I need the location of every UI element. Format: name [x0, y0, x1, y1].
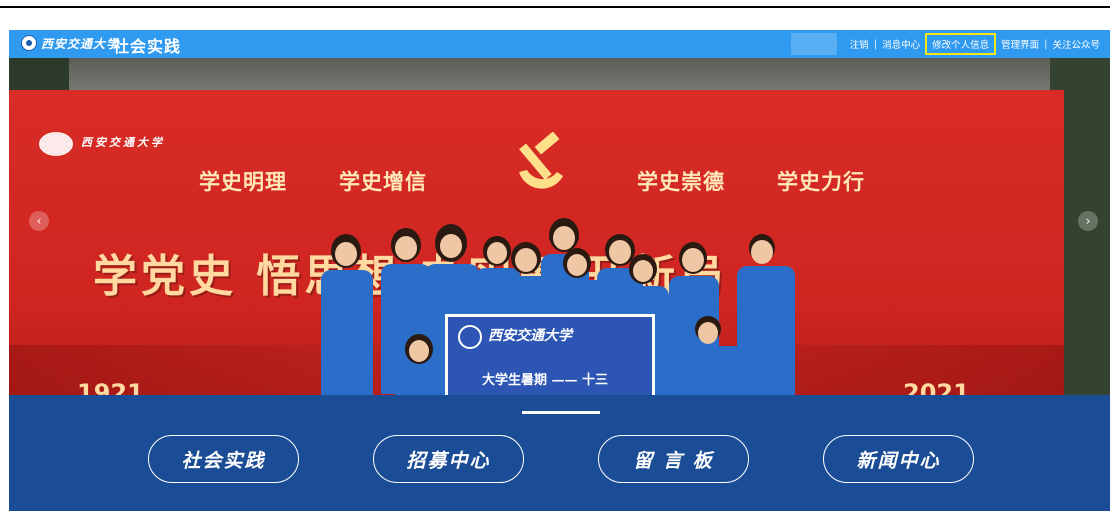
edit-profile-link[interactable]: 修改个人信息 [925, 33, 997, 55]
follow-account-link[interactable]: 关注公众号 [1047, 37, 1105, 51]
university-logo-text: 西安交通大学 [41, 37, 120, 51]
university-seal-icon [21, 35, 37, 51]
slogan-2: 学史增信 [339, 170, 427, 194]
header-nav: 注销 | 消息中心 修改个人信息 管理界面 | 关注公众号 [845, 30, 1105, 58]
admin-link[interactable]: 管理界面 [996, 37, 1044, 51]
message-center-link[interactable]: 消息中心 [877, 37, 925, 51]
news-center-button[interactable]: 新闻中心 [823, 435, 974, 483]
slogan-4: 学史力行 [777, 170, 865, 194]
billboard-university-name: 西安交通大学 [81, 136, 165, 149]
slogan-3: 学史崇德 [637, 170, 725, 194]
social-practice-button[interactable]: 社会实践 [148, 435, 299, 483]
user-name-box[interactable] [791, 33, 837, 55]
slogan-1: 学史明理 [199, 170, 287, 194]
flag-subtitle: 大学生暑期 —— 十三 [482, 373, 609, 388]
billboard-logo [39, 132, 73, 156]
team-banner-flag: 西安交通大学 大学生暑期 —— 十三 [445, 314, 655, 395]
year-left: 1921 [77, 379, 144, 395]
site-title[interactable]: 社会实践 [113, 33, 181, 57]
carousel-prev-arrow-icon[interactable]: ‹ [29, 211, 49, 231]
top-rule [0, 6, 1110, 8]
recruitment-center-button[interactable]: 招募中心 [373, 435, 524, 483]
flag-title: 西安交通大学 [488, 328, 572, 344]
logout-link[interactable]: 注销 [845, 37, 874, 51]
hero-banner: 西安交通大学 学史明理 学史增信 学史崇德 学史力行 学党史 悟思想 办实事 开… [9, 58, 1110, 395]
flag-seal-icon [458, 325, 482, 349]
year-right: 2021 [903, 379, 970, 395]
site-frame: 西安交通大学 社会实践 注销 | 消息中心 修改个人信息 管理界面 | 关注公众… [9, 30, 1110, 511]
top-header: 西安交通大学 社会实践 注销 | 消息中心 修改个人信息 管理界面 | 关注公众… [9, 30, 1110, 58]
carousel-indicator[interactable] [522, 411, 600, 414]
carousel-next-arrow-icon[interactable]: › [1078, 211, 1098, 231]
message-board-button[interactable]: 留 言 板 [598, 435, 749, 483]
bottom-nav-panel: 社会实践 招募中心 留 言 板 新闻中心 [9, 395, 1110, 511]
hammer-sickle-icon [519, 132, 563, 189]
